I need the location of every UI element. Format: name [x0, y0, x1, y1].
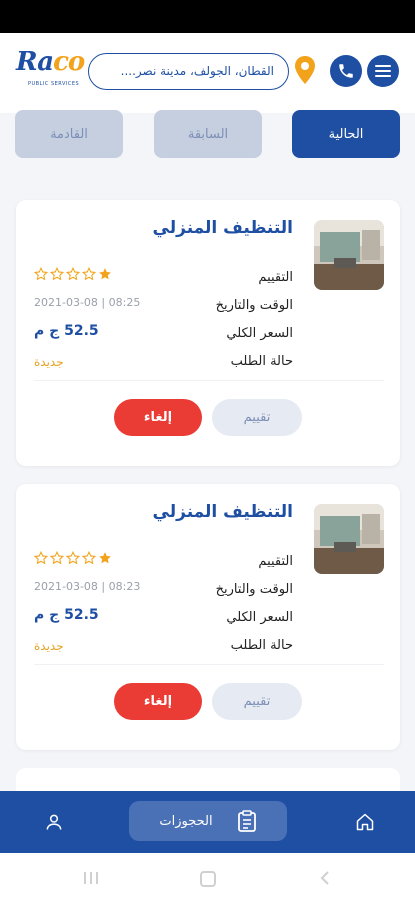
- booking-datetime: 2021-03-08 | 08:23: [34, 580, 141, 593]
- star-empty-icon: [66, 267, 80, 281]
- tab-current[interactable]: الحالية: [292, 110, 400, 158]
- star-empty-icon: [34, 551, 48, 565]
- nav-bookings-label: الحجوزات: [159, 813, 213, 829]
- phone-button[interactable]: [330, 55, 362, 87]
- rate-button[interactable]: تقييم: [212, 399, 302, 436]
- star-empty-icon: [34, 267, 48, 281]
- phone-icon: [339, 64, 353, 78]
- location-pin-icon[interactable]: [293, 55, 317, 85]
- rate-button[interactable]: تقييم: [212, 683, 302, 720]
- tab-previous[interactable]: السابقة: [154, 110, 262, 158]
- rating-stars: [34, 267, 112, 281]
- booking-tabs: القادمة السابقة الحالية: [0, 110, 415, 160]
- profile-icon[interactable]: [44, 812, 64, 832]
- booking-price: 52.5 ج م: [34, 607, 99, 623]
- order-status-label: حالة الطلب: [230, 354, 293, 369]
- service-thumbnail: [314, 220, 384, 290]
- menu-icon: [375, 65, 391, 77]
- bookings-icon: [237, 810, 256, 832]
- star-empty-icon: [50, 267, 64, 281]
- service-thumbnail: [314, 504, 384, 574]
- booking-card[interactable]: التنظيف المنزلي التقييم الوقت والتاريخ ا…: [16, 484, 400, 750]
- tab-upcoming[interactable]: القادمة: [15, 110, 123, 158]
- total-price-label: السعر الكلي: [226, 326, 293, 341]
- star-empty-icon: [82, 267, 96, 281]
- total-price-label: السعر الكلي: [226, 610, 293, 625]
- recent-apps-icon[interactable]: [82, 870, 100, 886]
- location-search-input[interactable]: القطان، الجولف، مدينة نصر....: [88, 53, 289, 90]
- rating-stars: [34, 551, 112, 565]
- booking-card[interactable]: التنظيف المنزلي التقييم الوقت والتاريخ ا…: [16, 200, 400, 466]
- cancel-button[interactable]: إلغاء: [114, 683, 202, 720]
- app-logo[interactable]: Raco PUBLIC SERVICES: [16, 47, 85, 95]
- menu-button[interactable]: [367, 55, 399, 87]
- star-filled-icon: [99, 552, 111, 564]
- service-title: التنظيف المنزلي: [152, 502, 293, 522]
- rating-label: التقييم: [258, 554, 293, 569]
- service-title: التنظيف المنزلي: [152, 218, 293, 238]
- rating-label: التقييم: [258, 270, 293, 285]
- datetime-label: الوقت والتاريخ: [215, 582, 293, 597]
- divider: [34, 664, 384, 665]
- status-badge: جديدة: [34, 355, 64, 369]
- logo-text: Raco: [16, 47, 85, 77]
- logo-subtitle: PUBLIC SERVICES: [28, 81, 80, 87]
- divider: [34, 380, 384, 381]
- home-icon[interactable]: [355, 812, 375, 832]
- app-header: Raco PUBLIC SERVICES القطان، الجولف، مدي…: [0, 33, 415, 113]
- nav-item-bookings[interactable]: الحجوزات: [129, 801, 287, 841]
- datetime-label: الوقت والتاريخ: [215, 298, 293, 313]
- cancel-button[interactable]: إلغاء: [114, 399, 202, 436]
- system-navigation-bar: [0, 853, 415, 900]
- booking-price: 52.5 ج م: [34, 323, 99, 339]
- order-status-label: حالة الطلب: [230, 638, 293, 653]
- status-bar: [0, 0, 415, 33]
- booking-datetime: 2021-03-08 | 08:25: [34, 296, 141, 309]
- star-empty-icon: [50, 551, 64, 565]
- star-filled-icon: [99, 268, 111, 280]
- status-badge: جديدة: [34, 639, 64, 653]
- star-empty-icon: [66, 551, 80, 565]
- star-empty-icon: [82, 551, 96, 565]
- bottom-navigation: الحجوزات: [0, 791, 415, 853]
- back-icon[interactable]: [318, 870, 332, 886]
- system-home-icon[interactable]: [199, 870, 217, 888]
